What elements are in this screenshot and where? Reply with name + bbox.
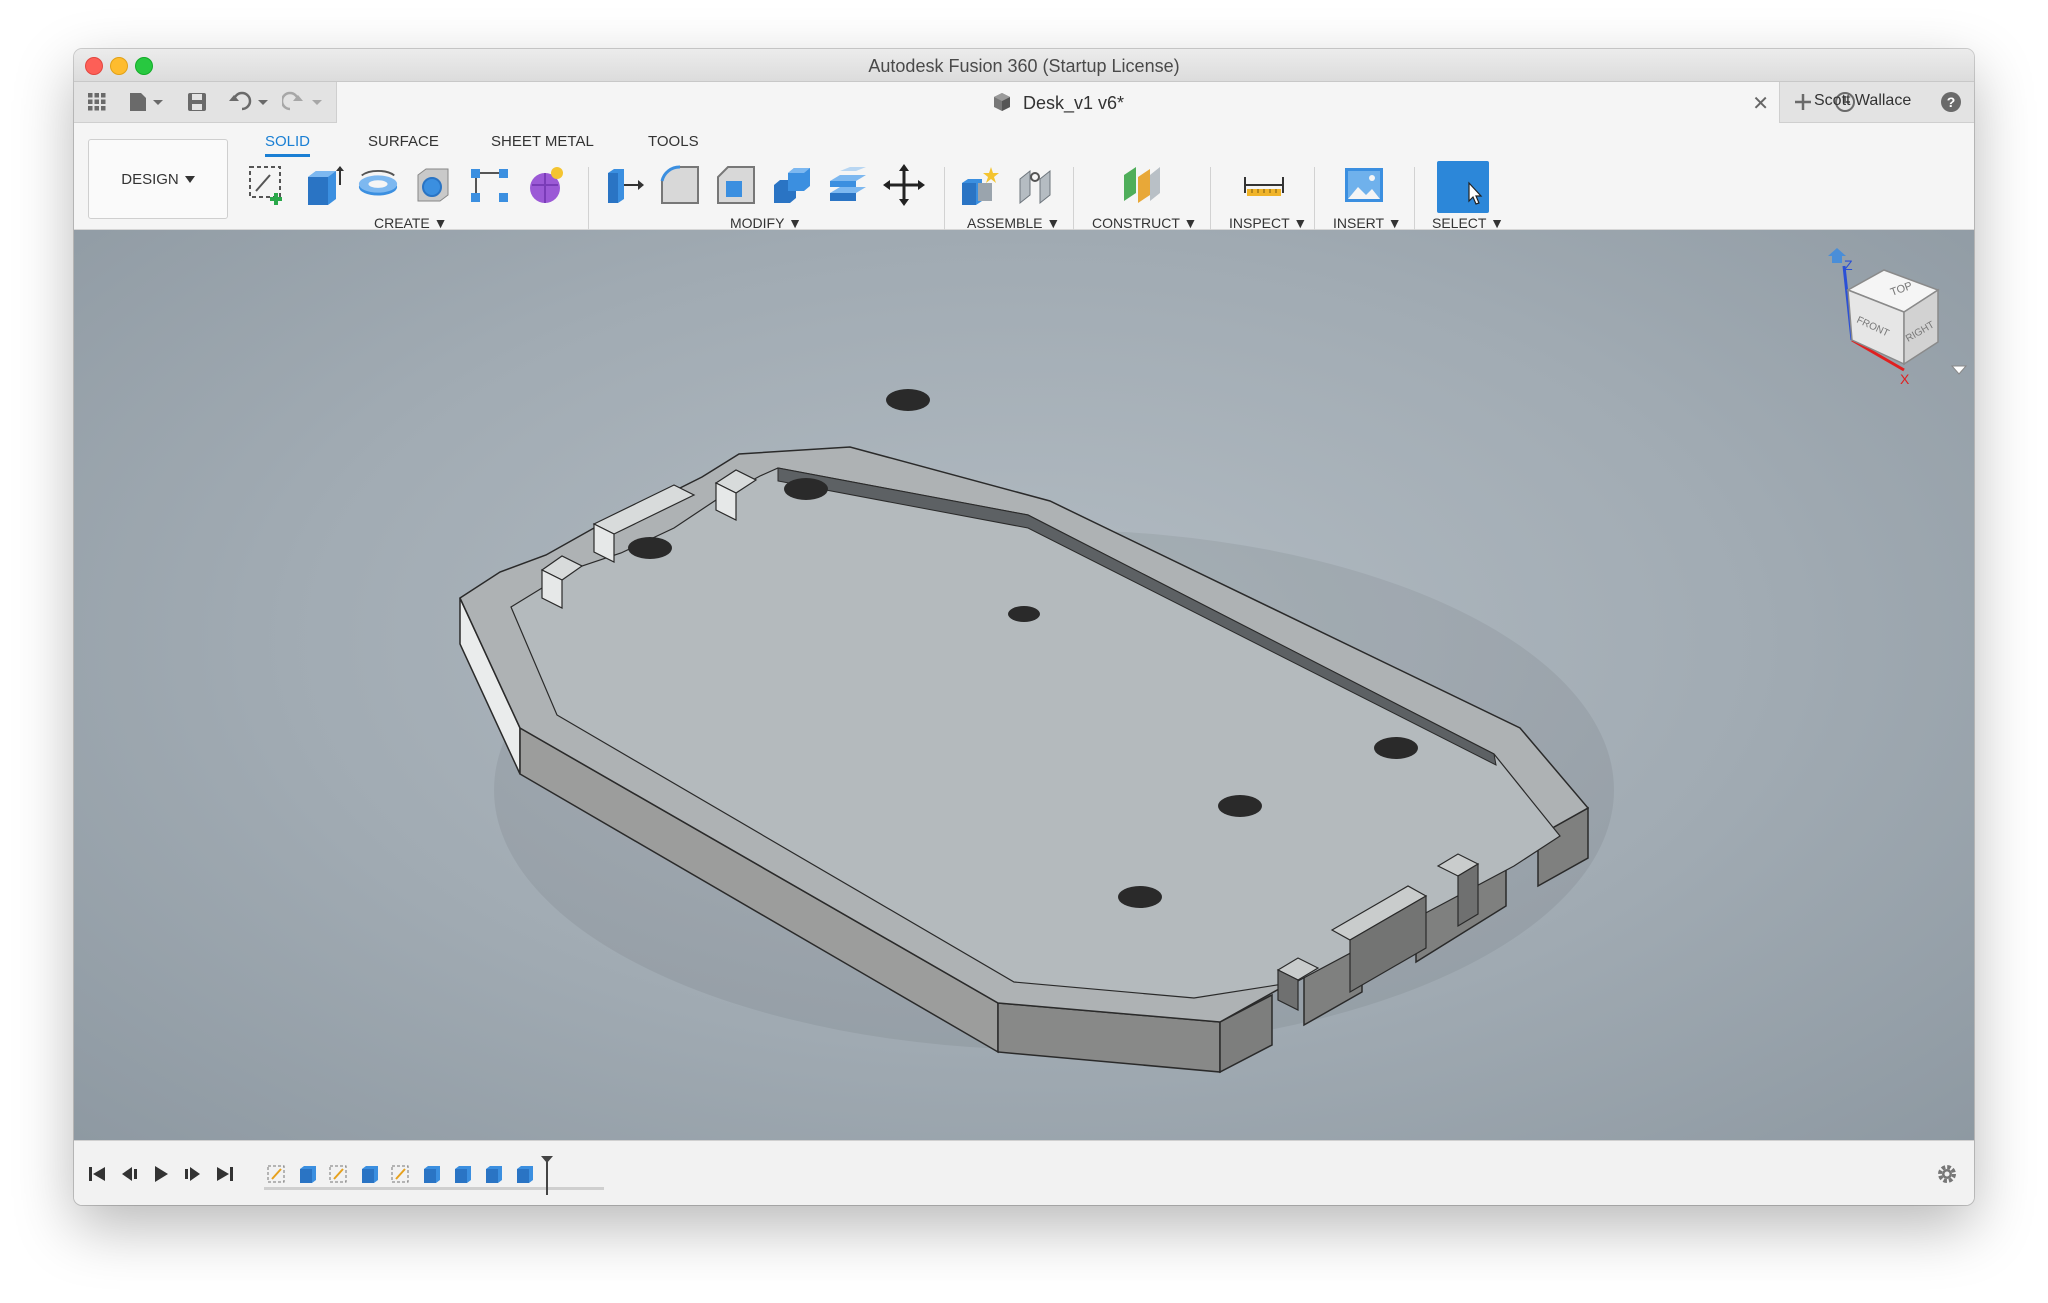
quick-access-bar: Desk_v1 v6* ✕ Scott Wallace ? [74,82,1974,123]
timeline-settings-gear-icon[interactable] [1934,1163,1960,1185]
insert-image-icon[interactable] [1342,163,1386,207]
chevron-down-icon [184,171,195,188]
hole [1218,795,1262,817]
hole [1118,886,1162,908]
title-bar: Autodesk Fusion 360 (Startup License) [74,49,1974,82]
timeline-bar [74,1140,1974,1205]
ribbon-separator [944,167,945,239]
workspace-label: DESIGN [121,170,179,188]
new-tab-icon[interactable] [1790,90,1816,114]
ribbon-separator [1210,167,1211,239]
go-to-end-icon[interactable] [214,1163,236,1185]
ribbon-separator [1073,167,1074,239]
user-name[interactable]: Scott Wallace [1814,92,1911,110]
offset-plane-icon[interactable] [1120,163,1164,207]
assemble-group-label[interactable]: ASSEMBLE ▼ [967,215,1060,231]
fillet-icon[interactable] [658,163,702,207]
create-dropdown-icon: ▼ [433,215,448,231]
timeline-extrude-icon[interactable] [452,1163,474,1185]
timeline-extrude-icon[interactable] [297,1163,319,1185]
play-icon[interactable] [150,1163,172,1185]
svg-text:?: ? [1947,94,1956,110]
shell-icon[interactable] [412,163,456,207]
pattern-icon[interactable] [468,163,512,207]
modify-dropdown-icon: ▼ [788,215,802,231]
measure-icon[interactable] [1242,163,1286,207]
toolbar-ribbon: DESIGN SOLID SURFACE SHEET METAL TOOLS C… [74,123,1974,239]
create-sketch-icon[interactable] [246,163,290,207]
construct-dropdown-icon: ▼ [1183,215,1198,231]
assemble-dropdown-icon: ▼ [1046,215,1061,231]
create-group-label[interactable]: CREATE ▼ [374,215,448,231]
timeline-sketch-icon[interactable] [390,1163,412,1185]
document-cube-icon [992,93,1023,113]
inspect-dropdown-icon: ▼ [1293,215,1308,231]
ribbon-separator [1414,167,1415,239]
move-copy-icon[interactable] [882,163,926,207]
timeline-extrude-icon[interactable] [514,1163,536,1185]
timeline-extrude-icon[interactable] [421,1163,443,1185]
ribbon-separator [1314,167,1315,239]
ribbon-separator [588,167,589,239]
workspace-switcher[interactable]: DESIGN [88,139,228,219]
timeline-sketch-icon[interactable] [328,1163,350,1185]
new-component-icon[interactable] [958,163,1002,207]
hole [628,537,672,559]
canvas-viewport[interactable]: TOP FRONT RIGHT Z X [74,230,1974,1140]
chamfer-icon[interactable] [714,163,758,207]
axis-x-label: X [1900,371,1910,387]
joint-icon[interactable] [1014,163,1058,207]
save-icon[interactable] [184,90,210,114]
document-name: Desk_v1 v6* [1022,93,1125,113]
create-form-icon[interactable] [524,163,568,207]
axis-z-label: Z [1844,257,1853,273]
view-cube-menu-icon[interactable] [1950,365,1968,375]
app-window: Autodesk Fusion 360 (Startup License) De… [74,49,1974,1205]
tab-surface[interactable]: SURFACE [368,133,439,154]
inspect-group-label[interactable]: INSPECT ▼ [1229,215,1307,231]
view-cube[interactable]: TOP FRONT RIGHT Z X [1828,248,1968,387]
offset-face-icon[interactable] [826,163,870,207]
tab-solid[interactable]: SOLID [265,133,311,157]
construct-group-label[interactable]: CONSTRUCT ▼ [1092,215,1197,231]
redo-icon[interactable] [282,90,326,114]
extrude-icon[interactable] [302,163,346,207]
step-back-icon[interactable] [118,1163,140,1185]
combine-icon[interactable] [770,163,814,207]
close-tab-icon[interactable]: ✕ [1752,91,1769,116]
press-pull-icon[interactable] [602,163,646,207]
revolve-icon[interactable] [356,163,400,207]
window-title: Autodesk Fusion 360 (Startup License) [868,56,1180,76]
hole [886,389,930,411]
select-dropdown-icon: ▼ [1490,215,1504,231]
go-to-start-icon[interactable] [86,1163,108,1185]
timeline-extrude-icon[interactable] [359,1163,381,1185]
file-menu-icon[interactable] [126,90,166,114]
document-tab[interactable]: Desk_v1 v6* ✕ [336,82,1780,123]
hole [1374,737,1418,759]
timeline-extrude-icon[interactable] [483,1163,505,1185]
insert-group-label[interactable]: INSERT ▼ [1333,215,1402,231]
tab-sheet-metal[interactable]: SHEET METAL [491,133,594,154]
modify-group-label[interactable]: MODIFY ▼ [730,215,802,231]
select-tool-button[interactable] [1437,161,1489,213]
insert-dropdown-icon: ▼ [1387,215,1402,231]
cursor-arrow-icon [1437,159,1489,216]
timeline-marker[interactable] [540,1155,554,1197]
help-icon[interactable]: ? [1938,90,1964,114]
model-canvas[interactable]: TOP FRONT RIGHT Z X [74,230,1974,1140]
timeline-sketch-icon[interactable] [266,1163,288,1185]
data-panel-grid-icon[interactable] [84,90,110,114]
hole [1008,606,1040,622]
undo-icon[interactable] [228,90,272,114]
tab-tools[interactable]: TOOLS [648,133,699,154]
select-group-label[interactable]: SELECT ▼ [1432,215,1504,231]
hole [784,478,828,500]
step-forward-icon[interactable] [182,1163,204,1185]
